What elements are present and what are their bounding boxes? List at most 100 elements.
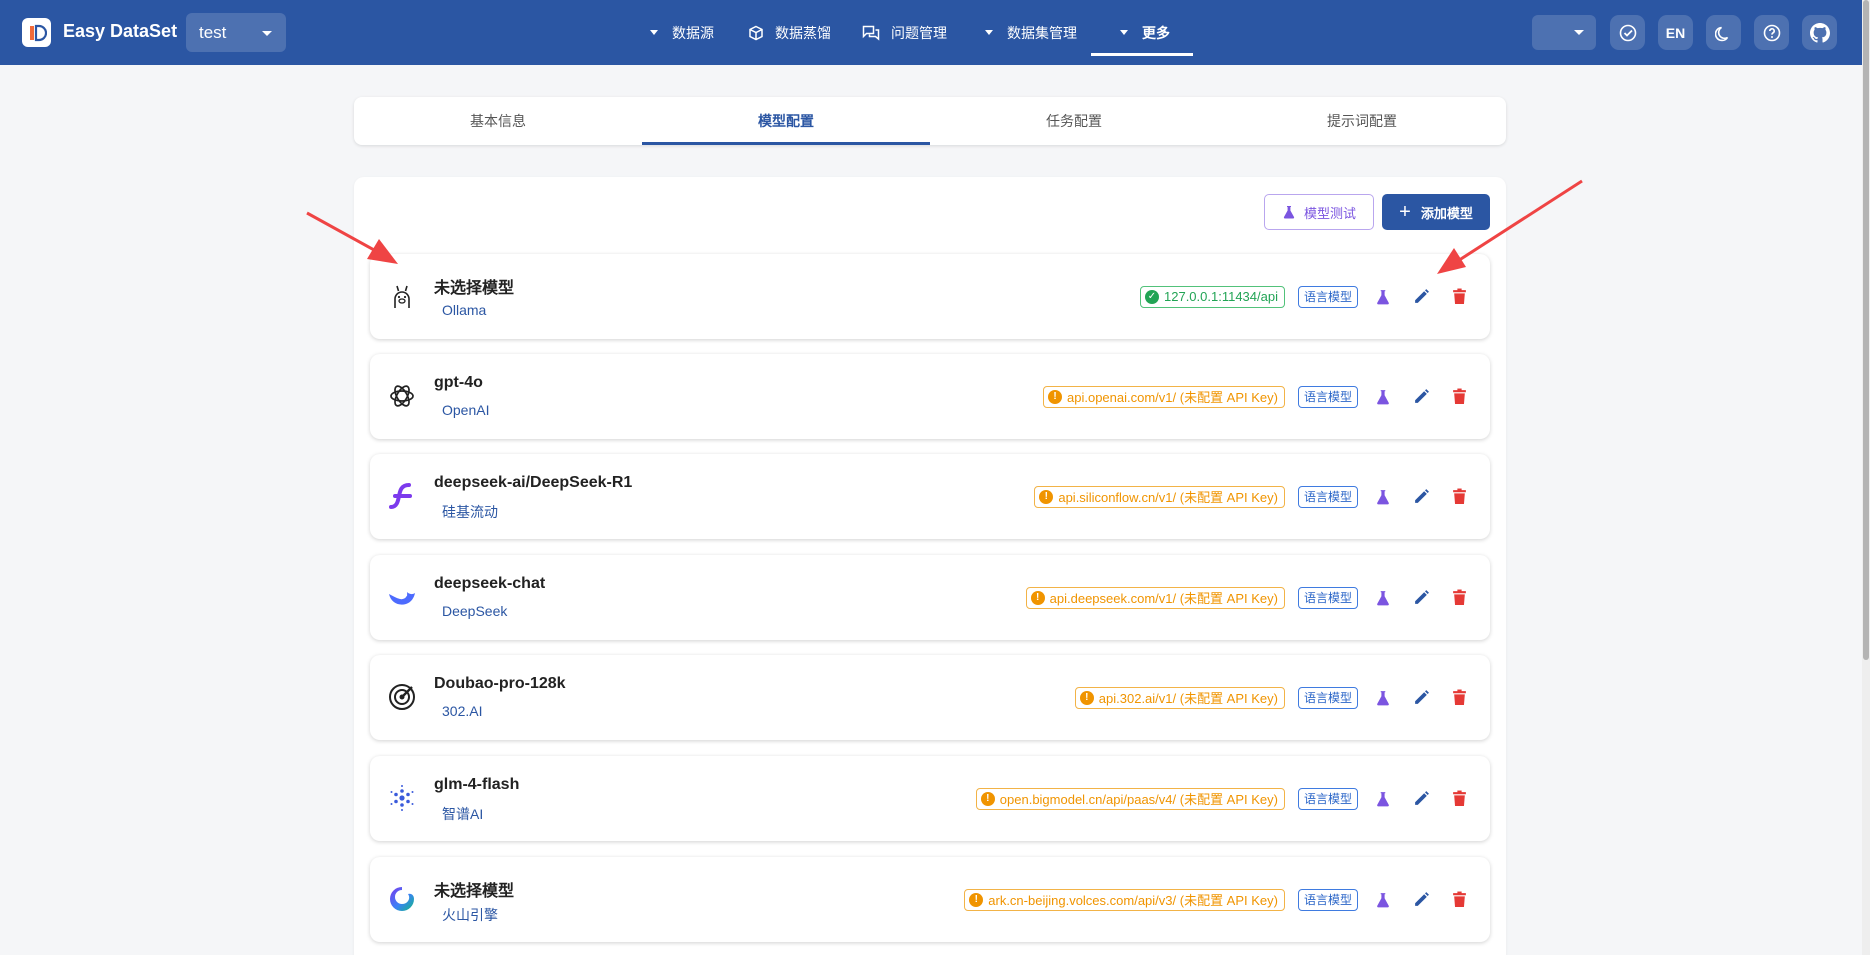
flask-icon [1377, 590, 1389, 605]
model-select[interactable] [1532, 15, 1596, 50]
nav-item-questions[interactable]: 问题管理 [862, 0, 947, 65]
model-type-tag: 语言模型 [1297, 285, 1358, 308]
model-card[interactable]: Doubao-pro-128k 302.AI ! api.302.ai/v1/ … [370, 655, 1490, 740]
nav-item-label: 数据集管理 [1007, 24, 1077, 41]
trash-icon [1452, 589, 1466, 605]
edit-model-button[interactable] [1402, 478, 1440, 516]
model-card-actions: ! api.siliconflow.cn/v1/ (未配置 API Key) 语… [1034, 454, 1490, 539]
model-card[interactable]: gpt-4o OpenAI ! api.openai.com/v1/ (未配置 … [370, 354, 1490, 439]
delete-model-button[interactable] [1440, 579, 1478, 617]
delete-model-button[interactable] [1440, 378, 1478, 416]
pencil-icon [1414, 590, 1429, 604]
model-provider: OpenAI [442, 402, 490, 418]
model-card[interactable]: 未选择模型 火山引擎 ! ark.cn-beijing.volces.com/a… [370, 857, 1490, 942]
edit-model-button[interactable] [1402, 881, 1440, 919]
model-card[interactable]: deepseek-ai/DeepSeek-R1 硅基流动 ! api.silic… [370, 454, 1490, 539]
volcengine-icon [386, 883, 418, 915]
tab-basic-info[interactable]: 基本信息 [354, 97, 642, 145]
chevron-down-icon [650, 30, 658, 35]
add-model-button[interactable]: + 添加模型 [1382, 194, 1490, 230]
302ai-icon [386, 681, 418, 713]
ollama-icon [386, 280, 418, 312]
model-card[interactable]: 未选择模型 Ollama ✓ 127.0.0.1:11434/api 语言模型 [370, 254, 1490, 339]
warning-icon: ! [1048, 389, 1062, 404]
model-type-tag: 语言模型 [1297, 686, 1358, 709]
zhipu-icon [386, 782, 418, 814]
check-circle-icon: ✓ [1145, 289, 1159, 304]
model-test-button[interactable]: 模型测试 [1264, 194, 1374, 230]
github-button[interactable] [1802, 15, 1837, 50]
test-model-button[interactable] [1364, 579, 1402, 617]
edit-model-button[interactable] [1402, 679, 1440, 717]
model-name: glm-4-flash [434, 776, 520, 793]
model-card-actions: ! api.302.ai/v1/ (未配置 API Key) 语言模型 [1074, 655, 1490, 740]
endpoint-text: api.302.ai/v1/ (未配置 API Key) [1098, 691, 1278, 706]
delete-model-button[interactable] [1440, 278, 1478, 316]
nav-item-data-source[interactable]: 数据源 [650, 0, 714, 65]
delete-model-button[interactable] [1440, 881, 1478, 919]
test-model-button[interactable] [1364, 881, 1402, 919]
help-button[interactable] [1754, 15, 1789, 50]
flask-icon [1377, 389, 1389, 404]
test-model-button[interactable] [1364, 478, 1402, 516]
flask-icon [1377, 289, 1389, 304]
page-scrollbar-thumb[interactable] [1863, 0, 1869, 660]
model-provider: 火山引擎 [442, 907, 498, 923]
test-model-button[interactable] [1364, 679, 1402, 717]
model-type-tag: 语言模型 [1297, 888, 1358, 911]
github-icon [1809, 22, 1830, 43]
add-model-label: 添加模型 [1420, 205, 1473, 221]
delete-model-button[interactable] [1440, 679, 1478, 717]
endpoint-text: 127.0.0.1:11434/api [1164, 289, 1278, 304]
endpoint-badge: ! open.bigmodel.cn/api/paas/v4/ (未配置 API… [975, 787, 1285, 810]
nav-item-label: 数据蒸馏 [775, 24, 831, 41]
endpoint-text: open.bigmodel.cn/api/paas/v4/ (未配置 API K… [999, 792, 1278, 807]
model-test-label: 模型测试 [1303, 205, 1356, 221]
nav-item-distillation[interactable]: 数据蒸馏 [748, 0, 831, 65]
model-name: deepseek-ai/DeepSeek-R1 [434, 474, 633, 491]
model-card-actions: ! open.bigmodel.cn/api/paas/v4/ (未配置 API… [975, 756, 1490, 841]
endpoint-badge: ! ark.cn-beijing.volces.com/api/v3/ (未配置… [964, 888, 1285, 911]
flask-icon [1377, 791, 1389, 806]
test-model-button[interactable] [1364, 378, 1402, 416]
trash-icon [1452, 790, 1466, 806]
delete-model-button[interactable] [1440, 478, 1478, 516]
top-app-bar: Easy DataSet test 数据源 数据蒸馏 问题管理 数据集管理 更多 [0, 0, 1862, 65]
model-name: deepseek-chat [434, 575, 546, 592]
project-select[interactable]: test [186, 13, 286, 52]
deepseek-icon [386, 581, 418, 613]
model-provider: Ollama [442, 302, 487, 318]
tab-task-config[interactable]: 任务配置 [930, 97, 1218, 145]
nav-item-datasets[interactable]: 数据集管理 [985, 0, 1077, 65]
task-status-button[interactable] [1610, 15, 1645, 50]
flask-icon [1377, 690, 1389, 705]
moon-icon [1714, 26, 1728, 41]
theme-toggle-button[interactable] [1706, 15, 1741, 50]
settings-tabs: 基本信息 模型配置 任务配置 提示词配置 [354, 97, 1506, 145]
language-button[interactable]: EN [1658, 15, 1693, 50]
edit-model-button[interactable] [1402, 780, 1440, 818]
tab-prompt-config[interactable]: 提示词配置 [1218, 97, 1506, 145]
model-card[interactable]: deepseek-chat DeepSeek ! api.deepseek.co… [370, 555, 1490, 640]
flask-icon [1283, 206, 1295, 219]
edit-model-button[interactable] [1402, 378, 1440, 416]
model-card-actions: ! ark.cn-beijing.volces.com/api/v3/ (未配置… [964, 857, 1490, 942]
trash-icon [1452, 388, 1466, 404]
project-select-value: test [199, 23, 227, 42]
edit-model-button[interactable] [1402, 579, 1440, 617]
model-name: Doubao-pro-128k [434, 675, 566, 692]
model-name: 未选择模型 [434, 883, 515, 900]
test-model-button[interactable] [1364, 780, 1402, 818]
model-name: 未选择模型 [434, 280, 515, 297]
test-model-button[interactable] [1364, 278, 1402, 316]
tab-model-config[interactable]: 模型配置 [642, 97, 930, 145]
chevron-down-icon [262, 31, 272, 36]
model-card[interactable]: glm-4-flash 智谱AI ! open.bigmodel.cn/api/… [370, 756, 1490, 841]
model-card-actions: ✓ 127.0.0.1:11434/api 语言模型 [1140, 254, 1490, 339]
delete-model-button[interactable] [1440, 780, 1478, 818]
pencil-icon [1414, 489, 1429, 503]
edit-model-button[interactable] [1402, 278, 1440, 316]
model-provider: 302.AI [442, 703, 483, 719]
chevron-down-icon [985, 30, 993, 35]
flask-icon [1377, 489, 1389, 504]
